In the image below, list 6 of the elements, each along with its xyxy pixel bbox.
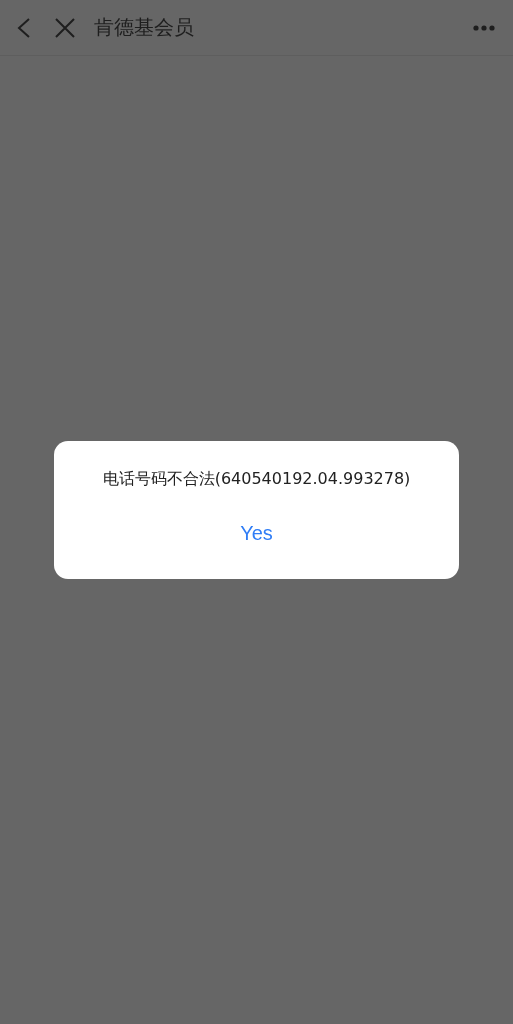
close-icon[interactable]	[54, 16, 76, 39]
page-title: 肯德基会员	[94, 14, 195, 41]
more-icon[interactable]	[473, 24, 495, 31]
alert-message: 电话号码不合法(640540192.04.993278)	[102, 469, 411, 490]
yes-button[interactable]: Yes	[232, 520, 281, 547]
back-icon[interactable]	[16, 15, 32, 40]
